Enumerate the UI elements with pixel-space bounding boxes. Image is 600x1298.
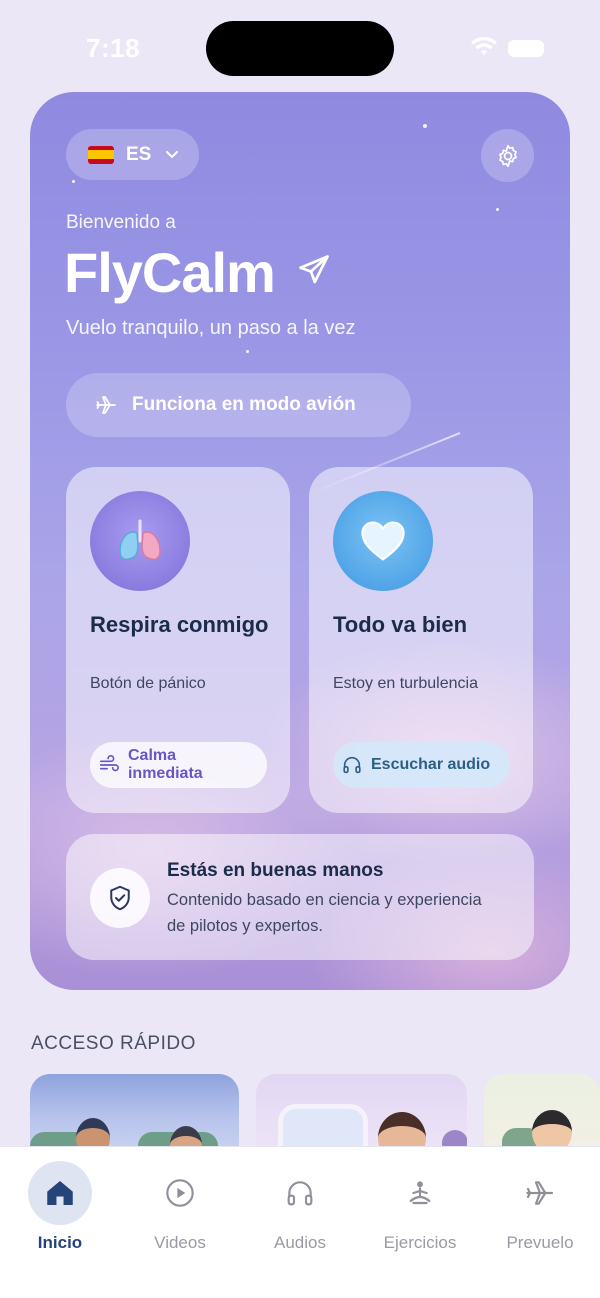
tab-audios[interactable]: Audios bbox=[240, 1147, 360, 1267]
trust-banner: Estás en buenas manos Contenido basado e… bbox=[66, 834, 534, 960]
heart-icon bbox=[333, 491, 433, 591]
airplane-icon bbox=[508, 1161, 572, 1225]
play-circle-icon bbox=[148, 1161, 212, 1225]
headphones-icon bbox=[268, 1161, 332, 1225]
home-icon bbox=[28, 1161, 92, 1225]
immediate-calm-button[interactable]: Calma inmediata bbox=[90, 742, 267, 788]
breathe-card-title: Respira conmigo bbox=[90, 612, 269, 637]
tab-ejercicios[interactable]: Ejercicios bbox=[360, 1147, 480, 1267]
sparkle-decoration bbox=[496, 208, 499, 211]
sparkle-decoration bbox=[72, 180, 75, 183]
wind-icon bbox=[99, 755, 119, 772]
sparkle-decoration bbox=[423, 124, 427, 128]
welcome-text: Bienvenido a bbox=[66, 212, 176, 233]
listen-audio-button[interactable]: Escuchar audio bbox=[333, 742, 510, 788]
tab-videos-label: Videos bbox=[154, 1233, 206, 1252]
tab-bar: Inicio Videos Audios Ejercicios Prevuelo bbox=[0, 1146, 600, 1298]
spain-flag-icon bbox=[88, 145, 114, 164]
chevron-down-icon bbox=[166, 150, 179, 158]
wifi-icon bbox=[471, 36, 497, 55]
tab-prevuelo-label: Prevuelo bbox=[506, 1233, 574, 1252]
tab-inicio[interactable]: Inicio bbox=[0, 1147, 120, 1267]
language-code: ES bbox=[126, 143, 152, 165]
airplane-icon bbox=[96, 396, 116, 414]
headphones-icon bbox=[343, 756, 361, 774]
meditation-icon bbox=[388, 1161, 452, 1225]
status-time: 7:18 bbox=[86, 33, 141, 63]
status-bar: 7:18 bbox=[0, 0, 600, 90]
offline-mode-label: Funciona en modo avión bbox=[132, 394, 356, 415]
tab-ejercicios-label: Ejercicios bbox=[383, 1233, 457, 1252]
app-title: FlyCalm bbox=[64, 241, 276, 304]
hero-card: ES Bienvenido a FlyCalm Vuelo tranquilo,… bbox=[30, 92, 570, 990]
breathe-card-subtitle: Botón de pánico bbox=[90, 675, 206, 692]
immediate-calm-label: Calma inmediata bbox=[127, 747, 203, 782]
trust-text: Contenido basado en ciencia y experienci… bbox=[167, 891, 482, 935]
breathe-card[interactable]: Respira conmigo Botón de pánico Calma in… bbox=[66, 467, 290, 813]
turbulence-card[interactable]: Todo va bien Estoy en turbulencia Escuch… bbox=[309, 467, 533, 813]
settings-button[interactable] bbox=[481, 129, 534, 182]
tab-videos[interactable]: Videos bbox=[120, 1147, 240, 1267]
battery-icon bbox=[508, 40, 544, 57]
shield-check-icon bbox=[90, 868, 150, 928]
trust-title: Estás en buenas manos bbox=[167, 860, 384, 881]
lungs-icon bbox=[90, 491, 190, 591]
tab-prevuelo[interactable]: Prevuelo bbox=[480, 1147, 600, 1267]
turbulence-card-subtitle: Estoy en turbulencia bbox=[333, 675, 478, 692]
listen-audio-label: Escuchar audio bbox=[371, 756, 491, 773]
tab-inicio-label: Inicio bbox=[37, 1233, 83, 1252]
sparkle-decoration bbox=[246, 350, 249, 353]
tagline: Vuelo tranquilo, un paso a la vez bbox=[66, 317, 356, 339]
dynamic-island bbox=[206, 21, 394, 76]
language-selector[interactable]: ES bbox=[66, 129, 199, 180]
tab-audios-label: Audios bbox=[274, 1233, 326, 1252]
paper-plane-icon bbox=[299, 255, 329, 284]
quick-access-title: ACCESO RÁPIDO bbox=[31, 1033, 196, 1054]
gear-icon bbox=[498, 144, 517, 167]
turbulence-card-title: Todo va bien bbox=[333, 612, 468, 637]
offline-mode-badge: Funciona en modo avión bbox=[66, 373, 411, 437]
